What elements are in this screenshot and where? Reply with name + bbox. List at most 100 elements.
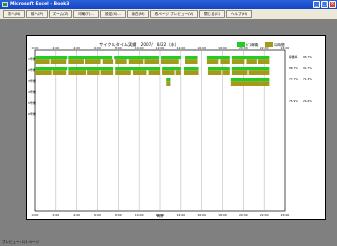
category-label: 1号機 <box>28 56 36 61</box>
x-tick-label-top: 18:00 <box>218 46 227 50</box>
category-label: 5号機 <box>28 100 36 105</box>
loss-bar <box>220 59 230 64</box>
window-title: Microsoft Excel - Book3 <box>10 2 70 7</box>
x-tick-label-top: 16:00 <box>197 46 206 50</box>
next-page-button[interactable]: 次へ(N) <box>3 10 25 18</box>
stat-value: 71.3% <box>303 77 312 81</box>
x-tick-label-top: 0:00 <box>32 46 39 50</box>
minimize-button[interactable]: _ <box>313 1 320 8</box>
x-axis-label: 時刻 <box>157 213 163 218</box>
legend-label-running: ｶﾞｽ稼働 <box>246 42 259 47</box>
maximize-button[interactable]: □ <box>321 1 328 8</box>
loss-bar <box>68 59 84 64</box>
loss-bar <box>162 70 175 75</box>
running-bar <box>185 56 198 60</box>
running-bar <box>162 67 181 71</box>
x-tick-label: 0:00 <box>32 213 39 217</box>
loss-bar <box>85 59 101 64</box>
setup-button[interactable]: 設定(S)... <box>100 10 126 18</box>
title-bar: Microsoft Excel - Book3 _ □ × <box>0 0 337 9</box>
loss-bar <box>257 59 270 64</box>
loss-bar <box>231 70 248 75</box>
cycle-time-chart: サイクルタイム実績 2007/ 8/22（水） ｶﾞｽ稼働 ﾛｽ時間0:000:00… <box>28 41 312 218</box>
chart-page: サイクルタイム実績 2007/ 8/22（水） ｶﾞｽ稼働 ﾛｽ時間 0:00 0:00… <box>26 35 326 220</box>
x-tick-label: 8:00 <box>115 213 122 217</box>
zoom-button[interactable]: ズーム(Z) <box>49 10 72 18</box>
loss-bar <box>102 59 114 64</box>
category-label: 4号機 <box>28 89 36 94</box>
loss-bar <box>52 70 67 75</box>
close-button[interactable]: × <box>329 1 336 8</box>
category-label: 3号機 <box>28 78 36 83</box>
running-bar <box>115 67 160 71</box>
running-bar <box>231 56 270 60</box>
loss-bar <box>128 59 144 64</box>
loss-bar <box>246 59 257 64</box>
x-tick-label: 6:00 <box>94 213 101 217</box>
loss-bar <box>115 70 131 75</box>
stat-value: 稼働率 <box>289 55 298 59</box>
x-tick-label-top: 6:00 <box>94 46 101 50</box>
running-bar <box>231 67 270 71</box>
category-label: 6号機 <box>28 111 36 116</box>
x-tick-label-top: 4:00 <box>73 46 80 50</box>
stat-value: 91.7% <box>303 66 312 70</box>
status-bar-text: プレビュー: 1/1 ページ <box>2 240 39 244</box>
loss-bar <box>166 81 171 86</box>
x-tick-label-top: 10:00 <box>135 46 144 50</box>
print-button[interactable]: 印刷(T)... <box>73 10 99 18</box>
running-bar <box>68 56 113 60</box>
x-tick-label: 4:00 <box>73 213 80 217</box>
loss-bar <box>148 70 160 75</box>
running-bar <box>35 56 68 60</box>
x-tick-label: 14:00 <box>177 213 186 217</box>
margins-button[interactable]: 余白(M) <box>127 10 149 18</box>
x-tick-label-top: 22:00 <box>260 46 269 50</box>
running-bar <box>230 78 270 82</box>
loss-bar <box>144 59 159 64</box>
running-bar <box>68 67 114 71</box>
stat-value: 75.9% <box>289 99 298 103</box>
prev-page-button[interactable]: 前へ(P) <box>26 10 48 18</box>
loss-bar <box>115 59 127 64</box>
stat-value: 24.6% <box>303 99 312 103</box>
loss-bar <box>35 59 50 64</box>
stat-value: 88.7% <box>289 66 298 70</box>
x-tick-label-top: 2:00 <box>52 46 59 50</box>
running-bar <box>183 67 199 71</box>
stat-value: 77.7% <box>289 77 298 81</box>
x-tick-label: 22:00 <box>260 213 269 217</box>
loss-bar <box>68 70 87 75</box>
x-tick-label: 20:00 <box>239 213 248 217</box>
loss-bar <box>175 70 181 75</box>
loss-bar <box>50 59 67 64</box>
running-bar <box>206 56 230 60</box>
loss-bar <box>161 59 179 64</box>
loss-bar <box>207 70 222 75</box>
excel-icon <box>2 2 8 7</box>
loss-bar <box>222 70 230 75</box>
close-preview-button[interactable]: 閉じる(C) <box>199 10 225 18</box>
x-tick-label: 10:00 <box>135 213 144 217</box>
stat-value: 95.7% <box>303 55 312 59</box>
x-tick-label: 18:00 <box>218 213 227 217</box>
loss-bar <box>100 70 114 75</box>
x-tick-label-top: 20:00 <box>239 46 248 50</box>
help-button[interactable]: ヘルプ(H) <box>226 10 252 18</box>
loss-bar <box>185 59 198 64</box>
loss-bar <box>87 70 100 75</box>
running-bar <box>161 56 181 60</box>
excel-window: Microsoft Excel - Book3 _ □ × 次へ(N) 前へ(P… <box>0 0 337 246</box>
loss-bar <box>183 70 199 75</box>
loss-bar <box>35 70 52 75</box>
x-tick-label: 24:00 <box>281 213 290 217</box>
running-bar <box>35 67 68 71</box>
page-break-preview-button[interactable]: 改ページ プレビュー(V) <box>150 10 198 18</box>
x-tick-label-top: 8:00 <box>115 46 122 50</box>
x-tick-label-top: 14:00 <box>177 46 186 50</box>
loss-bar <box>132 70 147 75</box>
running-bar <box>166 78 171 82</box>
loss-bar <box>248 70 270 75</box>
category-label: 2号機 <box>28 67 36 72</box>
running-bar <box>114 56 159 60</box>
